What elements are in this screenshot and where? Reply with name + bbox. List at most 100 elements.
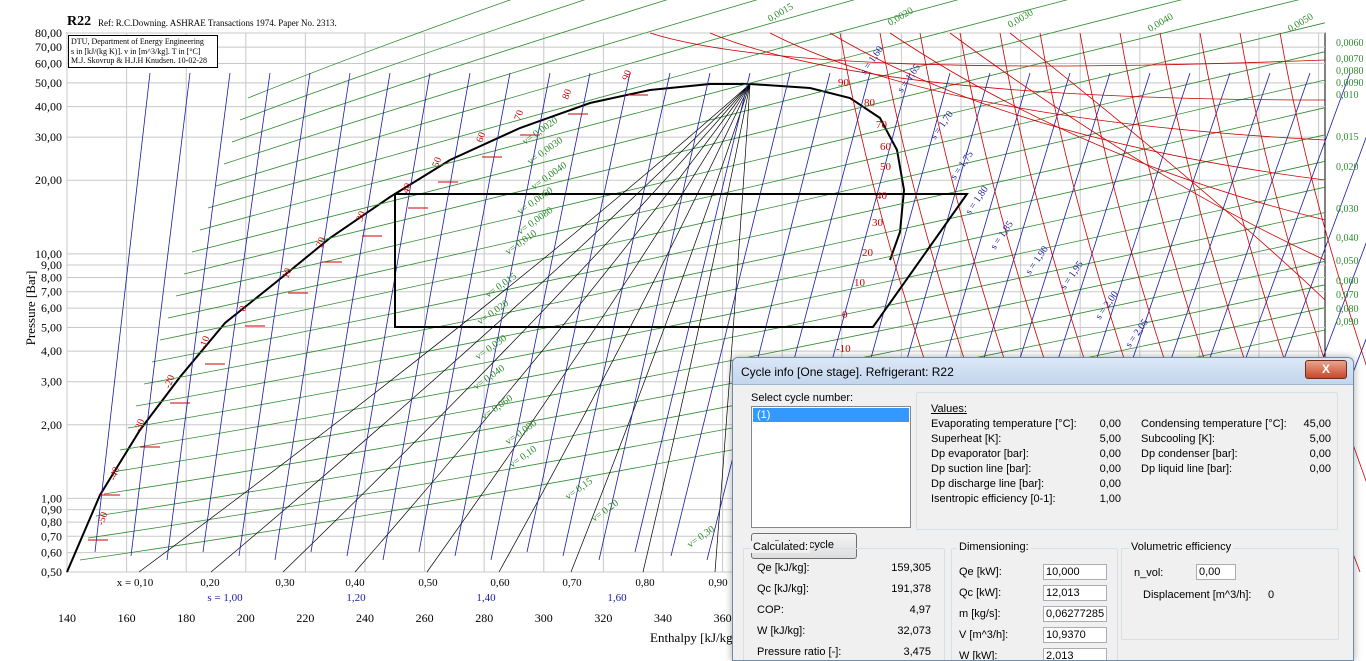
field-value: 3,475 — [903, 646, 931, 658]
field-value: 5,00 — [1309, 433, 1331, 445]
pressure-tick: 60,00 — [35, 57, 62, 71]
field-label: V [m^3/h]: — [959, 629, 1009, 641]
dialog-titlebar[interactable]: Cycle info [One stage]. Refrigerant: R22… — [733, 358, 1353, 385]
pressure-tick: 3,00 — [41, 375, 62, 389]
pressure-tick: 0,80 — [41, 515, 62, 529]
pressure-tick: 30,00 — [35, 130, 62, 144]
vapor-temp-label: 80 — [864, 97, 876, 109]
dialog-title: Cycle info [One stage]. Refrigerant: R22 — [741, 365, 954, 379]
enthalpy-tick: 340 — [654, 611, 672, 625]
values-title: Values: — [931, 403, 967, 415]
info-line: s in [kJ/(kg K)]. v in [m^3/kg]. T in [°… — [71, 46, 201, 56]
list-item[interactable]: (1) — [753, 408, 909, 422]
field-label: Isentropic efficiency [0-1]: — [931, 493, 1056, 505]
volume-label: 0,015 — [1336, 132, 1359, 143]
vapor-temp-label: 60 — [880, 141, 892, 153]
field-label: Qe [kJ/kg]: — [757, 562, 810, 574]
field-label: Condensing temperature [°C]: — [1141, 418, 1287, 430]
volume-label: 0,0080 — [1336, 66, 1364, 77]
volume-label: 0,010 — [1336, 90, 1359, 101]
enthalpy-tick: 320 — [594, 611, 612, 625]
quality-tick: 0,60 — [490, 577, 510, 589]
field-value: 0,00 — [1099, 463, 1121, 475]
field-label: W [kJ/kg]: — [757, 625, 806, 637]
field-input[interactable]: 2,013 — [1043, 648, 1107, 660]
enthalpy-tick: 220 — [296, 611, 314, 625]
field-label: Dp evaporator [bar]: — [931, 448, 1029, 460]
field-label: Dp suction line [bar]: — [931, 463, 1032, 475]
displacement-value: 0 — [1268, 589, 1275, 601]
volume-label: 0,0015 — [766, 1, 795, 24]
pressure-tick: 6,00 — [41, 301, 62, 315]
enthalpy-tick: 260 — [416, 611, 434, 625]
pressure-tick: 0,60 — [41, 546, 62, 560]
field-value: 191,378 — [891, 583, 931, 595]
pressure-tick: 2,00 — [41, 418, 62, 432]
volume-label: 0,030 — [1336, 204, 1359, 215]
enthalpy-tick: 280 — [475, 611, 493, 625]
enthalpy-tick: 160 — [118, 611, 136, 625]
field-value: 45,00 — [1303, 418, 1331, 430]
pressure-tick: 70,00 — [35, 40, 62, 54]
entropy-tick: 1,40 — [476, 592, 496, 604]
field-value: 159,305 — [891, 562, 931, 574]
field-input[interactable]: 10,9370 — [1043, 627, 1107, 643]
nvol-label: n_vol: — [1134, 567, 1164, 579]
enthalpy-tick: 240 — [356, 611, 374, 625]
enthalpy-tick: 180 — [177, 611, 195, 625]
volume-label: 0,0060 — [1336, 38, 1364, 49]
chart-info-box: DTU, Department of Energy Engineering s … — [68, 35, 218, 68]
field-value: 0,00 — [1309, 463, 1331, 475]
pressure-tick: 8,00 — [41, 271, 62, 285]
y-axis-label: Pressure [Bar] — [23, 270, 38, 346]
enthalpy-tick: 140 — [58, 611, 76, 625]
volume-label: 0,050 — [1336, 256, 1359, 267]
field-value: 4,97 — [909, 604, 931, 616]
volume-label: 0,060 — [1336, 276, 1359, 287]
entropy-tick: 1,20 — [346, 592, 366, 604]
pressure-tick: 7,00 — [41, 285, 62, 299]
field-label: Pressure ratio [-]: — [757, 646, 842, 658]
quality-tick: 0,50 — [418, 577, 438, 589]
volume-label: 0,0090 — [1336, 78, 1364, 89]
field-label: COP: — [757, 604, 784, 616]
field-value: 0,00 — [1099, 448, 1121, 460]
vapor-temp-label: 20 — [862, 247, 874, 259]
field-label: Subcooling [K]: — [1141, 433, 1215, 445]
close-button[interactable]: X — [1305, 360, 1347, 379]
vapor-temp-label: 10 — [854, 277, 866, 289]
volume-label: 0,020 — [1336, 162, 1359, 173]
pressure-tick: 50,00 — [35, 76, 62, 90]
displacement-label: Displacement [m^3/h]: — [1143, 589, 1252, 601]
volume-label: 0,0020 — [886, 5, 915, 28]
pressure-tick: 40,00 — [35, 100, 62, 114]
chart-reference: Ref: R.C.Downing. ASHRAE Transactions 19… — [98, 18, 337, 28]
info-line: DTU, Department of Energy Engineering — [71, 37, 204, 46]
quality-tick: 0,70 — [562, 577, 582, 589]
field-label: Dp discharge line [bar]: — [931, 478, 1045, 490]
field-label: m [kg/s]: — [959, 608, 1001, 620]
enthalpy-tick: 200 — [237, 611, 255, 625]
volume-label: 0,040 — [1336, 233, 1359, 244]
field-value: 1,00 — [1099, 493, 1121, 505]
x-axis-label: Enthalpy [kJ/kg] — [650, 630, 738, 645]
field-input[interactable]: 12,013 — [1043, 585, 1107, 601]
vapor-temp-label: 0 — [842, 309, 848, 321]
field-input[interactable]: 10,000 — [1043, 564, 1107, 580]
volume-label: 0,070 — [1336, 290, 1359, 301]
dimensioning-title: Dimensioning: — [957, 541, 1031, 553]
field-label: Dp liquid line [bar]: — [1141, 463, 1233, 475]
nvol-input[interactable]: 0,00 — [1196, 564, 1236, 580]
field-value: 0,00 — [1099, 478, 1121, 490]
cycle-listbox[interactable]: (1) — [751, 406, 911, 528]
cycle-info-dialog: Cycle info [One stage]. Refrigerant: R22… — [732, 357, 1354, 661]
select-cycle-label: Select cycle number: — [751, 392, 854, 404]
pressure-tick: 5,00 — [41, 320, 62, 334]
field-input[interactable]: 0,06277285 — [1043, 606, 1107, 622]
field-value: 32,073 — [897, 625, 931, 637]
field-label: Dp condenser [bar]: — [1141, 448, 1238, 460]
field-value: 0,00 — [1309, 448, 1331, 460]
pressure-tick: 4,00 — [41, 344, 62, 358]
volume-label: 0,0050 — [1286, 11, 1315, 34]
field-label: Qc [kW]: — [959, 587, 1002, 599]
